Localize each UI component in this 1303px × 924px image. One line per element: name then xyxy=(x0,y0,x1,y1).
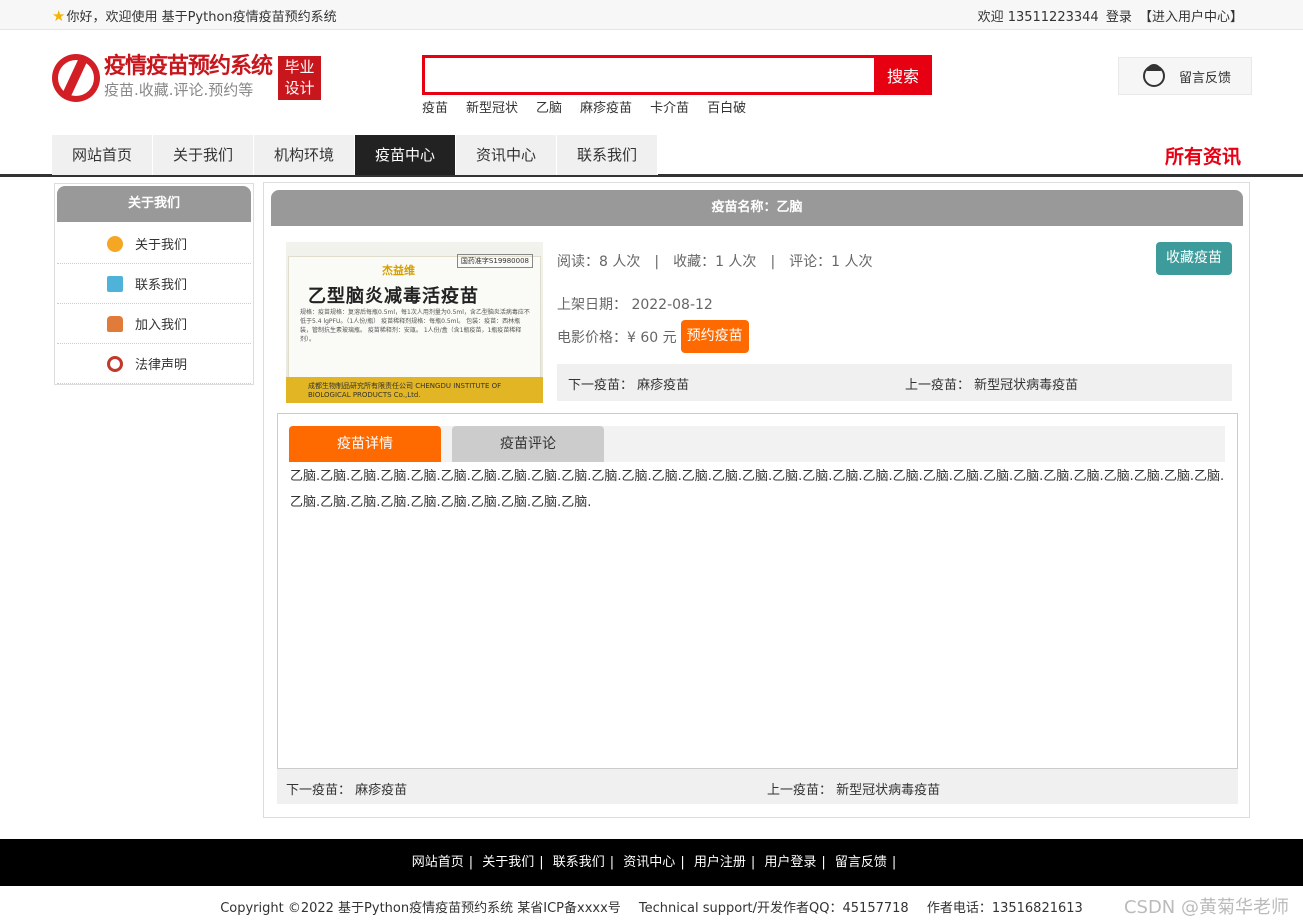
hotword-link[interactable]: 卡介苗 xyxy=(650,97,689,116)
hot-keywords: 疫苗 新型冠状 乙脑 麻疹疫苗 卡介苗 百白破 xyxy=(422,97,746,116)
hotword-link[interactable]: 麻疹疫苗 xyxy=(580,97,632,116)
welcome-message: ★ 你好，欢迎使用 基于Python疫情疫苗预约系统 xyxy=(52,6,337,26)
read-count: 阅读：8 人次 xyxy=(557,254,641,270)
hotword-link[interactable]: 疫苗 xyxy=(422,97,448,116)
copyright: Copyright ©2022 基于Python疫情疫苗预约系统 某省ICP备x… xyxy=(220,901,1083,916)
sidebar: 关于我们 关于我们 联系我们 加入我们 法律声明 xyxy=(54,183,254,385)
user-links: 欢迎 13511223344 登录 【进入用户中心】 xyxy=(975,6,1243,25)
vaccine-title: 疫苗名称：乙脑 xyxy=(271,190,1243,226)
main-nav: 网站首页 关于我们 机构环境 疫苗中心 资讯中心 联系我们 所有资讯 xyxy=(0,133,1303,177)
nav-item-home[interactable]: 网站首页 xyxy=(52,135,153,175)
power-icon xyxy=(107,355,123,372)
footer-link[interactable]: 留言反馈 xyxy=(835,855,887,870)
next-vaccine-link[interactable]: 麻疹疫苗 xyxy=(637,378,689,393)
favorite-count: 收藏：1 人次 xyxy=(673,254,757,270)
vaccine-stats: 阅读：8 人次 | 收藏：1 人次 | 评论：1 人次 xyxy=(557,254,873,270)
vaccine-detail-panel: 疫苗名称：乙脑 国药准字S19980008 杰益维 乙型脑炎减毒活疫苗 规格：疫… xyxy=(263,182,1250,818)
clipboard-icon xyxy=(107,275,123,292)
logo-title: 疫情疫苗预约系统 xyxy=(104,54,273,79)
price: 电影价格：¥ 60 元 xyxy=(557,329,677,346)
price-row: 电影价格：¥ 60 元 预约疫苗 xyxy=(557,320,749,353)
login-link[interactable]: 登录 xyxy=(1106,10,1132,25)
hotword-link[interactable]: 新型冠状 xyxy=(466,97,518,116)
adjacent-vaccine-nav-bottom: 下一疫苗： 麻疹疫苗 上一疫苗： 新型冠状病毒疫苗 xyxy=(277,769,1238,804)
nav-item-news[interactable]: 资讯中心 xyxy=(456,135,557,175)
sidebar-item-legal[interactable]: 法律声明 xyxy=(57,344,251,384)
search-input[interactable] xyxy=(425,58,874,92)
site-header: 疫情疫苗预约系统 疫苗.收藏.评论.预约等 毕业 设计 搜索 疫苗 新型冠状 乙… xyxy=(0,30,1303,133)
footer-link[interactable]: 联系我们 xyxy=(553,855,605,870)
footer-link[interactable]: 用户登录 xyxy=(764,855,816,870)
footer-nav: 网站首页 | 关于我们 | 联系我们 | 资讯中心 | 用户注册 | 用户登录 | 留言反馈… xyxy=(0,839,1303,886)
adjacent-vaccine-nav: 下一疫苗： 麻疹疫苗 上一疫苗： 新型冠状病毒疫苗 xyxy=(557,364,1232,401)
sidebar-item-about[interactable]: 关于我们 xyxy=(57,224,251,264)
detail-box: 疫苗详情 疫苗评论 乙脑.乙脑.乙脑.乙脑.乙脑.乙脑.乙脑.乙脑.乙脑.乙脑.… xyxy=(277,413,1238,769)
search-bar: 搜索 xyxy=(422,55,932,95)
customer-service-icon xyxy=(1143,64,1165,87)
info-icon xyxy=(107,235,123,252)
comment-count: 评论：1 人次 xyxy=(789,254,873,270)
nav-item-contact[interactable]: 联系我们 xyxy=(557,135,658,175)
tab-details[interactable]: 疫苗详情 xyxy=(289,426,441,462)
next-vaccine-link[interactable]: 麻疹疫苗 xyxy=(355,783,407,798)
footer-link[interactable]: 网站首页 xyxy=(412,855,464,870)
hotword-link[interactable]: 百白破 xyxy=(707,97,746,116)
lock-icon xyxy=(107,315,123,332)
prev-vaccine-link[interactable]: 新型冠状病毒疫苗 xyxy=(974,378,1078,393)
star-icon: ★ xyxy=(52,6,66,25)
listing-date: 上架日期： 2022-08-12 xyxy=(557,297,713,313)
hotword-link[interactable]: 乙脑 xyxy=(536,97,562,116)
detail-tabs: 疫苗详情 疫苗评论 xyxy=(289,426,1225,462)
book-button[interactable]: 预约疫苗 xyxy=(680,320,749,353)
prev-vaccine-link[interactable]: 新型冠状病毒疫苗 xyxy=(836,783,940,798)
nav-item-environment[interactable]: 机构环境 xyxy=(254,135,355,175)
feedback-button[interactable]: 留言反馈 xyxy=(1118,57,1252,95)
favorite-button[interactable]: 收藏疫苗 xyxy=(1156,242,1232,275)
nav-item-vaccine-center[interactable]: 疫苗中心 xyxy=(355,135,456,175)
user-center-link[interactable]: 【进入用户中心】 xyxy=(1139,10,1243,25)
watermark: CSDN @黄菊华老师 xyxy=(1123,897,1289,918)
graduation-badge: 毕业 设计 xyxy=(278,56,322,100)
vaccine-image: 国药准字S19980008 杰益维 乙型脑炎减毒活疫苗 规格：疫苗规格：复溶后每… xyxy=(286,242,543,403)
top-bar: ★ 你好，欢迎使用 基于Python疫情疫苗预约系统 欢迎 1351122334… xyxy=(0,0,1303,30)
detail-content: 乙脑.乙脑.乙脑.乙脑.乙脑.乙脑.乙脑.乙脑.乙脑.乙脑.乙脑.乙脑.乙脑.乙… xyxy=(290,469,1225,510)
tab-comments[interactable]: 疫苗评论 xyxy=(452,426,604,462)
footer-link[interactable]: 关于我们 xyxy=(482,855,534,870)
site-logo[interactable]: 疫情疫苗预约系统 疫苗.收藏.评论.预约等 毕业 设计 xyxy=(52,54,322,102)
search-button[interactable]: 搜索 xyxy=(874,55,932,95)
sidebar-item-join[interactable]: 加入我们 xyxy=(57,304,251,344)
logo-subtitle: 疫苗.收藏.评论.预约等 xyxy=(104,81,254,99)
sidebar-item-contact[interactable]: 联系我们 xyxy=(57,264,251,304)
sidebar-title: 关于我们 xyxy=(57,186,251,222)
logo-emblem-icon xyxy=(52,54,100,102)
footer-link[interactable]: 资讯中心 xyxy=(623,855,675,870)
all-news-link[interactable]: 所有资讯 xyxy=(1165,142,1241,169)
nav-item-about[interactable]: 关于我们 xyxy=(153,135,254,175)
footer-link[interactable]: 用户注册 xyxy=(694,855,746,870)
user-greeting: 欢迎 13511223344 xyxy=(977,10,1099,25)
